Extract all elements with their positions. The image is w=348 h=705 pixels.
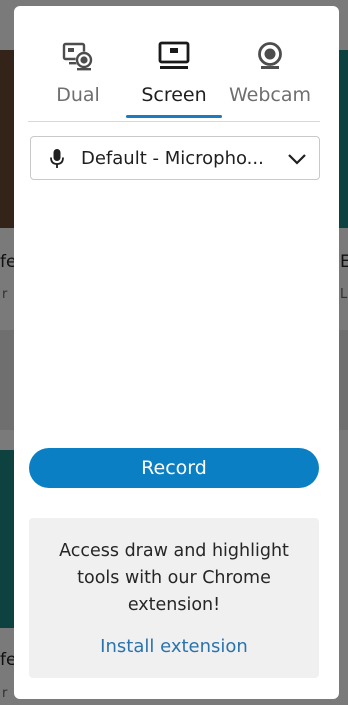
install-extension-link[interactable]: Install extension [29,636,319,657]
record-button[interactable]: Record [29,448,319,488]
tab-dual-label: Dual [56,84,100,106]
extension-promo-line-3: extension! [127,595,221,615]
extension-promo-text: Access draw and highlight tools with our… [47,538,301,619]
dual-icon [62,42,93,71]
recorder-popup: Dual Screen Webcam Default - Micropho...… [14,6,339,699]
extension-promo-line-2: tools with our Chrome [77,568,271,588]
tab-screen[interactable]: Screen [124,36,224,122]
extension-promo-line-1: Access draw and highlight [59,541,289,561]
extension-promo: Access draw and highlight tools with our… [29,518,319,678]
screen-icon [158,41,190,69]
webcam-icon [258,42,282,69]
chevron-down-icon [288,154,306,165]
tab-screen-label: Screen [141,84,207,106]
tab-webcam[interactable]: Webcam [220,36,320,122]
microphone-select-value: Default - Micropho... [81,148,264,169]
tab-webcam-label: Webcam [228,84,312,106]
mode-tabs: Dual Screen Webcam [28,36,320,122]
microphone-icon [50,149,64,168]
active-tab-indicator [126,115,222,118]
microphone-select[interactable]: Default - Micropho... [30,136,320,180]
tab-dual[interactable]: Dual [28,36,128,122]
